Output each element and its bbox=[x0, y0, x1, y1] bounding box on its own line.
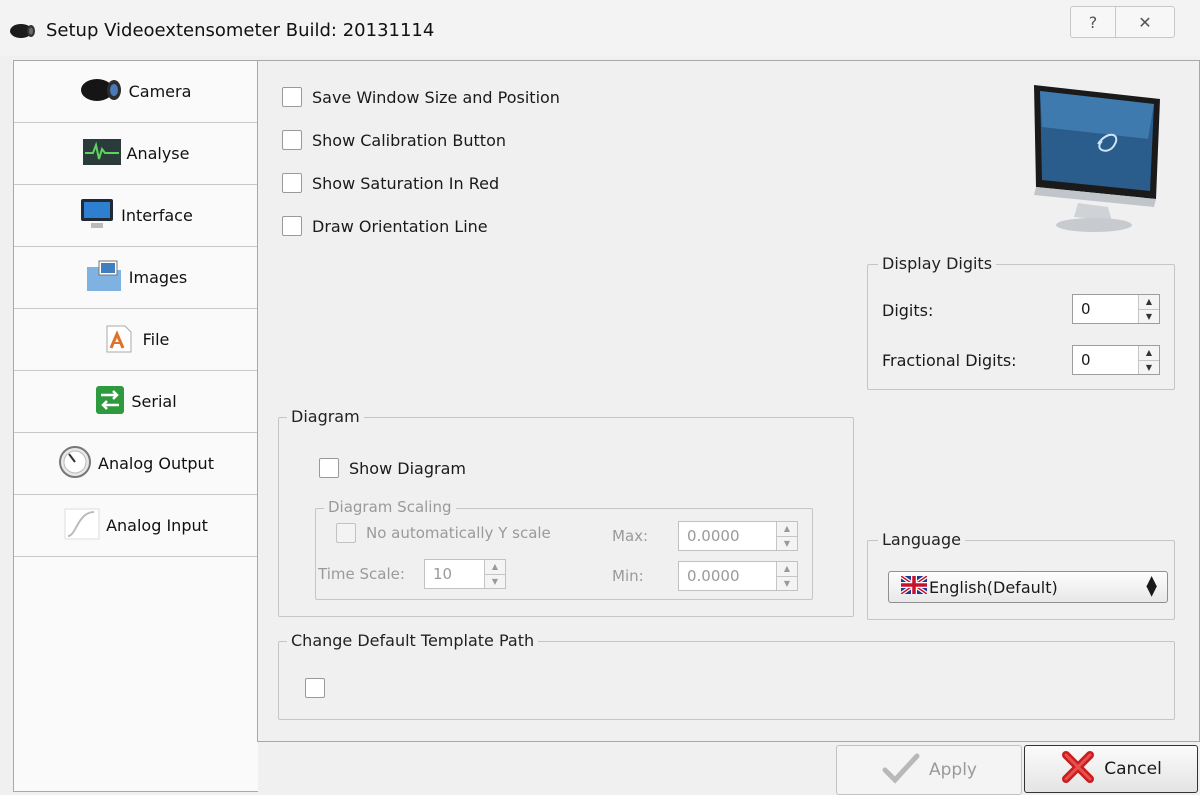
close-icon: ✕ bbox=[1138, 12, 1152, 32]
spin-up-icon[interactable]: ▲ bbox=[777, 522, 797, 536]
analyse-icon bbox=[82, 138, 121, 169]
digits-spinbox[interactable]: 0 ▲ ▼ bbox=[1072, 294, 1160, 324]
min-value: 0.0000 bbox=[687, 567, 740, 585]
sidebar-item-serial[interactable]: Serial bbox=[14, 371, 258, 433]
option-save-window[interactable]: Save Window Size and Position bbox=[282, 87, 560, 107]
spin-up-icon[interactable]: ▲ bbox=[485, 560, 505, 574]
uk-flag-icon bbox=[899, 574, 929, 598]
digits-value: 0 bbox=[1081, 300, 1091, 318]
min-label: Min: bbox=[612, 567, 644, 585]
sidebar-item-analyse[interactable]: Analyse bbox=[14, 123, 258, 185]
sidebar-item-analog-input[interactable]: Analog Input bbox=[14, 495, 258, 557]
sidebar-item-label: Camera bbox=[128, 82, 192, 101]
monitor-icon bbox=[1028, 79, 1168, 243]
min-spinbox[interactable]: 0.0000 ▲ ▼ bbox=[678, 561, 798, 591]
display-digits-group: Display Digits Digits: 0 ▲ ▼ Fractional D… bbox=[867, 254, 1175, 390]
sidebar: Camera Analyse Interface Images File Ser… bbox=[13, 60, 258, 792]
spin-down-icon[interactable]: ▼ bbox=[1139, 308, 1159, 324]
saturation-red-checkbox[interactable] bbox=[282, 173, 302, 193]
sidebar-item-label: Analog Output bbox=[98, 454, 214, 473]
language-group: Language English(Default) ▲ ▼ bbox=[867, 530, 1175, 620]
window-title: Setup Videoextensometer Build: 20131114 bbox=[46, 20, 435, 41]
digits-label: Digits: bbox=[882, 301, 934, 320]
sidebar-item-label: Analog Input bbox=[106, 516, 208, 535]
file-icon bbox=[103, 322, 137, 358]
gauge-icon bbox=[58, 445, 92, 483]
red-x-icon bbox=[1060, 750, 1096, 788]
no-auto-y-option[interactable]: No automatically Y scale bbox=[336, 523, 551, 543]
diagram-title: Diagram bbox=[287, 407, 364, 426]
help-button[interactable]: ? bbox=[1070, 6, 1116, 38]
spin-down-icon[interactable]: ▼ bbox=[485, 573, 505, 589]
sidebar-item-label: Interface bbox=[121, 206, 193, 225]
display-digits-title: Display Digits bbox=[878, 254, 997, 273]
spin-up-icon[interactable]: ▲ bbox=[1139, 346, 1159, 360]
camera-app-icon bbox=[10, 23, 36, 43]
language-select[interactable]: English(Default) ▲ ▼ bbox=[888, 571, 1168, 603]
template-path-title: Change Default Template Path bbox=[287, 631, 539, 650]
option-label: Draw Orientation Line bbox=[312, 216, 488, 236]
analog-input-icon bbox=[64, 508, 100, 544]
sidebar-item-camera[interactable]: Camera bbox=[14, 61, 258, 123]
cancel-label: Cancel bbox=[1104, 759, 1162, 779]
sidebar-item-analog-output[interactable]: Analog Output bbox=[14, 433, 258, 495]
no-auto-y-checkbox[interactable] bbox=[336, 523, 356, 543]
camera-icon bbox=[80, 76, 123, 108]
spin-up-icon[interactable]: ▲ bbox=[777, 562, 797, 576]
images-icon bbox=[85, 259, 123, 297]
option-label: Save Window Size and Position bbox=[312, 87, 560, 107]
spin-down-icon[interactable]: ▼ bbox=[777, 535, 797, 551]
template-path-group: Change Default Template Path bbox=[278, 631, 1175, 720]
fractional-digits-label: Fractional Digits: bbox=[882, 351, 1017, 370]
spin-down-icon[interactable]: ▼ bbox=[777, 575, 797, 591]
interface-settings-panel: Save Window Size and Position Show Calib… bbox=[257, 60, 1200, 742]
spin-up-icon[interactable]: ▲ bbox=[1139, 295, 1159, 309]
show-diagram-checkbox[interactable] bbox=[319, 458, 339, 478]
close-button[interactable]: ✕ bbox=[1115, 6, 1175, 38]
sidebar-item-label: Images bbox=[128, 268, 188, 287]
cancel-button[interactable]: Cancel bbox=[1024, 745, 1198, 793]
fractional-digits-value: 0 bbox=[1081, 351, 1091, 369]
language-title: Language bbox=[878, 530, 965, 549]
diagram-scaling-group: Diagram Scaling No automatically Y scale… bbox=[315, 498, 813, 600]
dropdown-arrows-icon: ▲ ▼ bbox=[1146, 573, 1157, 599]
show-diagram-label: Show Diagram bbox=[349, 458, 466, 478]
spin-down-icon[interactable]: ▼ bbox=[1139, 359, 1159, 375]
max-value: 0.0000 bbox=[687, 527, 740, 545]
time-scale-label: Time Scale: bbox=[318, 565, 405, 583]
option-orientation-line[interactable]: Draw Orientation Line bbox=[282, 216, 488, 236]
diagram-group: Diagram Show Diagram Diagram Scaling No … bbox=[278, 407, 854, 617]
time-scale-spinbox[interactable]: 10 ▲ ▼ bbox=[424, 559, 506, 589]
max-spinbox[interactable]: 0.0000 ▲ ▼ bbox=[678, 521, 798, 551]
option-calibration-button[interactable]: Show Calibration Button bbox=[282, 130, 506, 150]
apply-label: Apply bbox=[929, 760, 977, 780]
option-saturation-red[interactable]: Show Saturation In Red bbox=[282, 173, 499, 193]
title-bar: Setup Videoextensometer Build: 20131114 … bbox=[0, 0, 1200, 56]
option-label: Show Saturation In Red bbox=[312, 173, 500, 193]
sidebar-item-images[interactable]: Images bbox=[14, 247, 258, 309]
orientation-line-checkbox[interactable] bbox=[282, 216, 302, 236]
apply-button[interactable]: Apply bbox=[836, 745, 1022, 795]
sidebar-item-file[interactable]: File bbox=[14, 309, 258, 371]
time-scale-value: 10 bbox=[433, 565, 453, 583]
monitor-icon bbox=[79, 197, 115, 235]
option-label: Show Calibration Button bbox=[312, 130, 506, 150]
calibration-button-checkbox[interactable] bbox=[282, 130, 302, 150]
checkmark-icon bbox=[881, 752, 921, 789]
diagram-scaling-title: Diagram Scaling bbox=[324, 498, 456, 516]
max-label: Max: bbox=[612, 527, 649, 545]
show-diagram-option[interactable]: Show Diagram bbox=[319, 458, 466, 478]
save-window-checkbox[interactable] bbox=[282, 87, 302, 107]
serial-icon bbox=[95, 385, 125, 419]
no-auto-y-label: No automatically Y scale bbox=[366, 524, 551, 542]
language-selected-value: English(Default) bbox=[929, 577, 1058, 597]
sidebar-item-label: File bbox=[142, 330, 170, 349]
sidebar-item-label: Analyse bbox=[126, 144, 190, 163]
template-path-checkbox[interactable] bbox=[305, 678, 325, 698]
fractional-digits-spinbox[interactable]: 0 ▲ ▼ bbox=[1072, 345, 1160, 375]
help-icon: ? bbox=[1088, 12, 1098, 32]
sidebar-item-interface[interactable]: Interface bbox=[14, 185, 258, 247]
sidebar-item-label: Serial bbox=[131, 392, 177, 411]
